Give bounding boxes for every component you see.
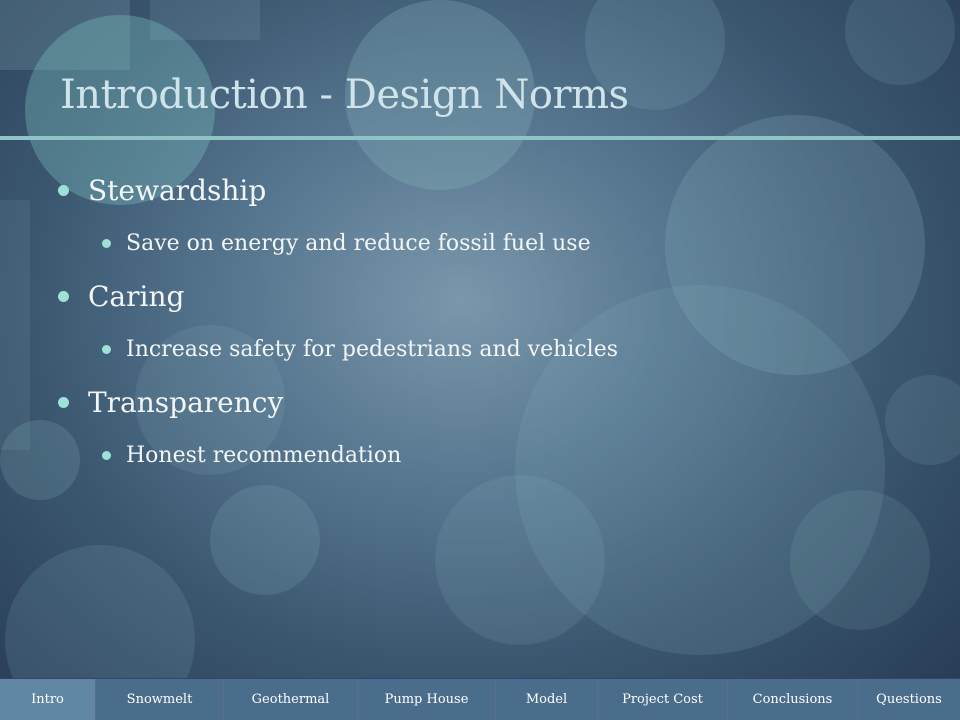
bullet-dot-icon — [58, 185, 69, 196]
nav-tab-questions[interactable]: Questions — [858, 679, 960, 720]
sub-bullet-text: Save on energy and reduce fossil fuel us… — [126, 230, 591, 256]
nav-tab-pump-house[interactable]: Pump House — [358, 679, 496, 720]
bullet-dot-icon — [102, 451, 111, 460]
nav-tab-geothermal[interactable]: Geothermal — [224, 679, 358, 720]
bullet-item: Caring — [58, 270, 918, 322]
nav-tab-model[interactable]: Model — [496, 679, 598, 720]
bullet-text: Stewardship — [88, 173, 267, 207]
bullet-text: Transparency — [88, 385, 284, 419]
bullet-list: Stewardship Save on energy and reduce fo… — [58, 164, 918, 482]
sub-bullet-text: Increase safety for pedestrians and vehi… — [126, 336, 619, 362]
sub-bullet-text: Honest recommendation — [126, 442, 402, 468]
bullet-dot-icon — [58, 291, 69, 302]
bullet-item: Stewardship — [58, 164, 918, 216]
bullet-item: Transparency — [58, 376, 918, 428]
nav-tab-intro[interactable]: Intro — [0, 679, 96, 720]
bullet-text: Caring — [88, 279, 185, 313]
bullet-dot-icon — [102, 345, 111, 354]
nav-tab-snowmelt[interactable]: Snowmelt — [96, 679, 224, 720]
slide-title: Introduction - Design Norms — [60, 72, 629, 118]
sub-bullet-item: Save on energy and reduce fossil fuel us… — [58, 216, 918, 270]
bullet-dot-icon — [58, 397, 69, 408]
section-nav-bar: Intro Snowmelt Geothermal Pump House Mod… — [0, 678, 960, 720]
nav-tab-conclusions[interactable]: Conclusions — [728, 679, 858, 720]
nav-tab-project-cost[interactable]: Project Cost — [598, 679, 728, 720]
title-divider — [0, 136, 960, 140]
sub-bullet-item: Honest recommendation — [58, 428, 918, 482]
bullet-dot-icon — [102, 239, 111, 248]
sub-bullet-item: Increase safety for pedestrians and vehi… — [58, 322, 918, 376]
slide: Introduction - Design Norms Stewardship … — [0, 0, 960, 720]
